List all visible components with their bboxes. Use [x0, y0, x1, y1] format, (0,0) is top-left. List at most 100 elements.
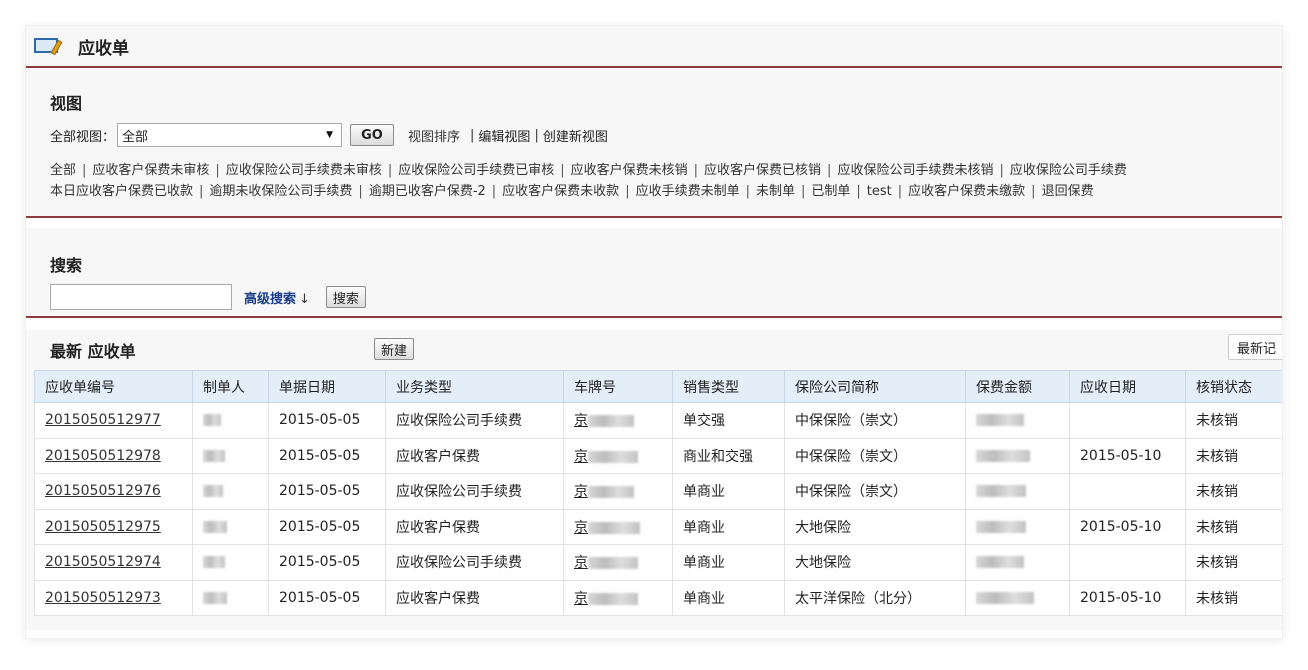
column-header[interactable]: 销售类型: [672, 370, 785, 403]
receivable-id-cell: 2015050512976: [34, 473, 193, 510]
receivable-id-link[interactable]: 2015050512973: [45, 590, 161, 606]
view-row: 全部视图： 全部 ▼ GO 视图排序 | 编辑视图 | 创建新视图: [50, 122, 1282, 148]
separator: |: [560, 163, 565, 178]
view-filter-link[interactable]: 应收保险公司手续费未审核: [226, 163, 382, 178]
go-button[interactable]: GO: [350, 124, 395, 146]
search-input[interactable]: [50, 284, 232, 310]
page-title: 应收单: [78, 38, 129, 59]
table-header-row: 应收单编号 制单人 单据日期 业务类型 车牌号 销售类型 保险公司简称 保费金额 应收日期 核销状…: [34, 370, 1282, 403]
view-filter-link[interactable]: test: [867, 184, 892, 199]
receivable-id-link[interactable]: 2015050512975: [45, 519, 161, 535]
view-select[interactable]: 全部 ▼: [117, 123, 343, 147]
document-date-cell: 2015-05-05: [268, 579, 386, 616]
view-filter-link[interactable]: 应收客户保费已核销: [704, 163, 821, 178]
view-filter-link[interactable]: 应收保险公司手续费未核销: [837, 163, 993, 178]
sales-type-cell: 商业和交强: [672, 437, 785, 474]
view-filter-link[interactable]: 全部: [50, 163, 76, 178]
view-filter-link[interactable]: 逾期已收客户保费-2: [369, 184, 486, 199]
table-row[interactable]: 2015050512974 2015-05-05 应收保险公司手续费京 单商业 大地保险…: [34, 544, 1282, 581]
new-button[interactable]: 新建: [374, 338, 415, 360]
insurer-cell: 太平洋保险（北分）: [784, 579, 966, 616]
view-filter-link[interactable]: 应收手续费未制单: [636, 184, 740, 199]
creator-cell: [192, 508, 269, 545]
column-header[interactable]: 车牌号: [563, 370, 673, 403]
view-filter-link[interactable]: 应收客户保费未收款: [502, 184, 619, 199]
table-row[interactable]: 2015050512978 2015-05-05 应收客户保费京 商业和交强 中保保险（…: [34, 437, 1282, 474]
receivable-id-cell: 2015050512974: [34, 544, 193, 581]
view-filter-link[interactable]: 已制单: [811, 184, 850, 199]
view-filter-link[interactable]: 应收客户保费未缴款: [908, 184, 1025, 199]
view-sort-link[interactable]: 视图排序: [408, 126, 460, 145]
main-page: 应收单 视图 全部视图： 全部 ▼ GO 视图排序 | 编辑视图 | 创建新视图…: [26, 26, 1282, 638]
column-header[interactable]: 单据日期: [268, 370, 386, 403]
due-date-cell: 2015-05-10: [1069, 579, 1186, 616]
due-date-cell: [1069, 402, 1186, 439]
plate-cell: 京: [563, 508, 673, 545]
plate-cell: 京: [563, 437, 673, 474]
column-header[interactable]: 应收单编号: [34, 370, 193, 403]
search-row: 高级搜索 ↓ 搜索: [50, 284, 1282, 310]
writeoff-status-cell: 未核销: [1185, 544, 1282, 581]
plate-cell: 京: [563, 544, 673, 581]
advanced-search-link[interactable]: 高级搜索 ↓: [244, 288, 310, 307]
view-filter-link[interactable]: 应收保险公司手续费已审核: [398, 163, 554, 178]
table-row[interactable]: 2015050512975 2015-05-05 应收客户保费京 单商业 大地保险 201…: [34, 508, 1282, 545]
redacted-creator: [203, 485, 223, 498]
filter-line-2: 本日应收客户保费已收款 | 逾期未收保险公司手续费 | 逾期已收客户保费-2 | 应收客户保…: [50, 181, 1282, 202]
view-filter-link[interactable]: 应收保险公司手续费: [1010, 163, 1127, 178]
receivable-id-link[interactable]: 2015050512978: [45, 448, 161, 464]
view-filter-link[interactable]: 应收客户保费未核销: [571, 163, 688, 178]
table-row[interactable]: 2015050512973 2015-05-05 应收客户保费京 单商业 太平洋保险（北…: [34, 579, 1282, 616]
column-header[interactable]: 核销状态: [1185, 370, 1282, 403]
view-filter-link[interactable]: 应收客户保费未审核: [92, 163, 209, 178]
due-date-cell: 2015-05-10: [1069, 508, 1186, 545]
view-filter-link[interactable]: 退回保费: [1042, 184, 1094, 199]
redacted-creator: [203, 556, 225, 569]
receivables-table: 应收单编号 制单人 单据日期 业务类型 车牌号 销售类型 保险公司简称 保费金额 应收日期 核销状…: [34, 370, 1282, 616]
latest-records-button[interactable]: 最新记: [1228, 334, 1282, 360]
redacted-creator: [203, 449, 225, 462]
writeoff-status-cell: 未核销: [1185, 473, 1282, 510]
view-filter-link[interactable]: 本日应收客户保费已收款: [50, 184, 193, 199]
separator: |: [199, 184, 204, 199]
sales-type-cell: 单商业: [672, 579, 785, 616]
column-header[interactable]: 业务类型: [385, 370, 564, 403]
search-button[interactable]: 搜索: [325, 286, 366, 308]
table-row[interactable]: 2015050512977 2015-05-05 应收保险公司手续费京 单交强 中保保险…: [34, 402, 1282, 439]
column-header[interactable]: 制单人: [192, 370, 269, 403]
due-date-cell: [1069, 473, 1186, 510]
column-header[interactable]: 保险公司简称: [784, 370, 966, 403]
receivable-id-link[interactable]: 2015050512974: [45, 554, 161, 570]
business-type-cell: 应收保险公司手续费: [385, 544, 564, 581]
arrow-down-icon: ↓: [299, 291, 310, 307]
view-filter-link[interactable]: 逾期未收保险公司手续费: [209, 184, 352, 199]
due-date-cell: [1069, 544, 1186, 581]
column-header[interactable]: 保费金额: [965, 370, 1070, 403]
view-filter-link[interactable]: 未制单: [756, 184, 795, 199]
receivable-id-link[interactable]: 2015050512977: [45, 412, 161, 428]
premium-cell: [965, 473, 1070, 510]
title-bar: 应收单: [26, 26, 1282, 68]
receivable-id-link[interactable]: 2015050512976: [45, 483, 161, 499]
column-header[interactable]: 应收日期: [1069, 370, 1186, 403]
list-section: 最新 应收单 新建 最新记 应收单编号 制单人 单据日期 业务类型 车牌号 销售类型 保险公…: [26, 330, 1282, 630]
premium-cell: [965, 544, 1070, 581]
separator: |: [856, 184, 861, 199]
create-view-link[interactable]: 创建新视图: [543, 126, 608, 145]
separator: |: [1031, 184, 1036, 199]
receivable-id-cell: 2015050512978: [34, 437, 193, 474]
table-row[interactable]: 2015050512976 2015-05-05 应收保险公司手续费京 单商业 中保保险…: [34, 473, 1282, 510]
edit-view-link[interactable]: 编辑视图: [478, 126, 530, 145]
document-date-cell: 2015-05-05: [268, 473, 386, 510]
search-heading: 搜索: [50, 256, 83, 275]
writeoff-status-cell: 未核销: [1185, 402, 1282, 439]
writeoff-status-cell: 未核销: [1185, 508, 1282, 545]
insurer-cell: 大地保险: [784, 508, 966, 545]
view-section: 视图 全部视图： 全部 ▼ GO 视图排序 | 编辑视图 | 创建新视图 全部 |…: [26, 68, 1282, 218]
premium-cell: [965, 402, 1070, 439]
plate-cell: 京: [563, 579, 673, 616]
redacted-premium: [976, 591, 1034, 604]
separator: |: [387, 163, 393, 178]
list-title: 最新 应收单: [50, 342, 136, 361]
redacted-plate: [588, 557, 638, 570]
